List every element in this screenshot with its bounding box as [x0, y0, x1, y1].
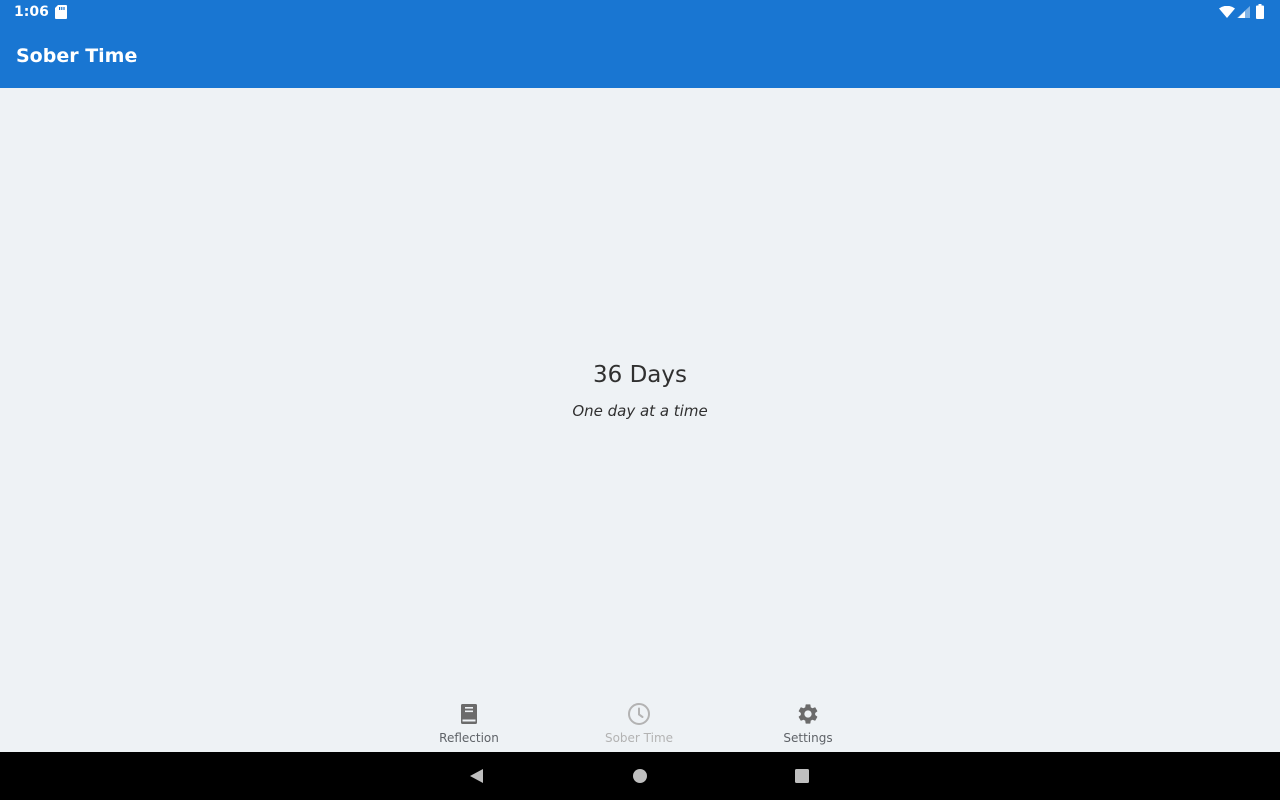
cell-signal-icon — [1237, 6, 1250, 18]
book-icon — [461, 704, 477, 724]
app-bar: Sober Time — [0, 24, 1280, 88]
nav-label-sober-time: Sober Time — [604, 731, 674, 745]
tagline: One day at a time — [572, 402, 708, 420]
status-bar: 1:06 — [0, 0, 1280, 24]
clock-icon — [628, 703, 650, 725]
battery-icon — [1256, 4, 1264, 19]
nav-label-settings: Settings — [783, 731, 833, 745]
nav-tab-settings[interactable]: Settings — [748, 696, 868, 752]
back-icon[interactable] — [468, 768, 484, 784]
home-icon[interactable] — [632, 768, 648, 784]
app-title: Sober Time — [16, 45, 138, 67]
bottom-navigation: Reflection Sober Time Settings — [0, 696, 1280, 752]
nav-tab-sober-time[interactable]: Sober Time — [579, 696, 699, 752]
nav-tab-reflection[interactable]: Reflection — [409, 696, 529, 752]
status-time: 1:06 — [14, 4, 49, 20]
main-content: 36 Days One day at a time — [0, 88, 1280, 688]
wifi-icon — [1219, 6, 1235, 18]
system-navigation-bar — [0, 752, 1280, 800]
sober-days-count: 36 Days — [593, 362, 687, 388]
recents-icon[interactable] — [794, 768, 810, 784]
nav-label-reflection: Reflection — [439, 731, 499, 745]
gear-icon — [798, 704, 818, 724]
sd-card-icon — [55, 5, 67, 19]
